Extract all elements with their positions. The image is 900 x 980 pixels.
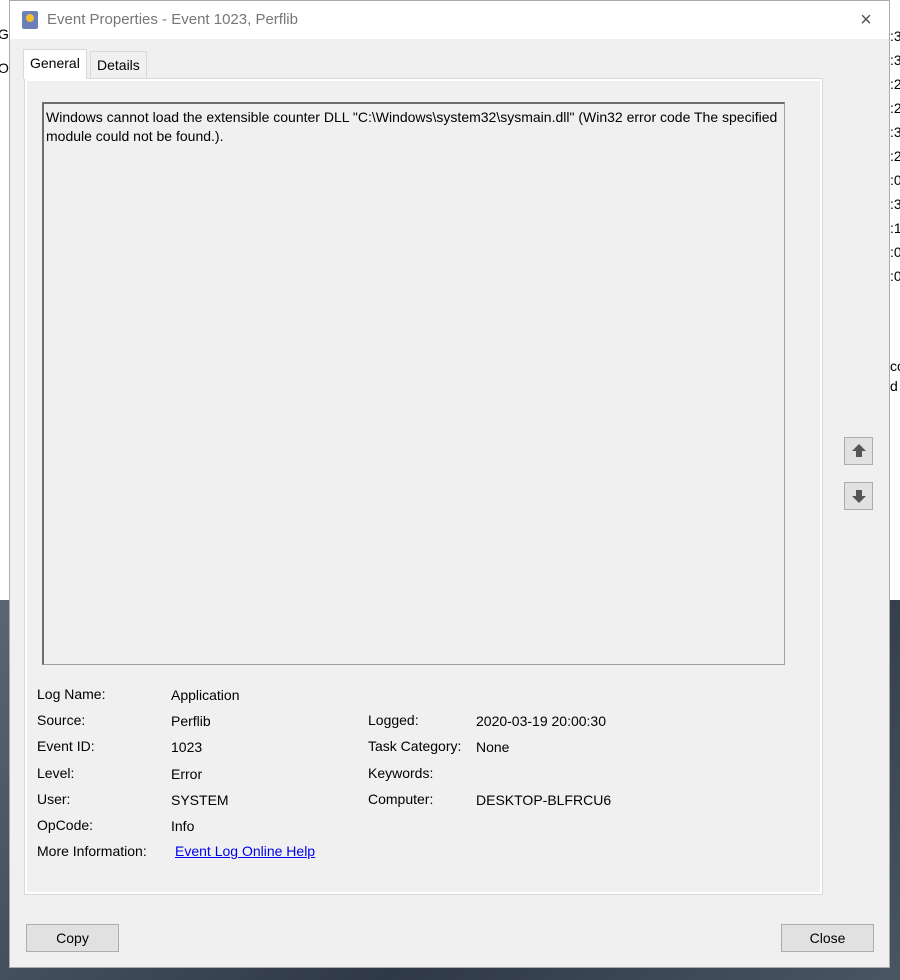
background-text: O — [0, 60, 9, 76]
field-label-task-category: Task Category: — [368, 738, 462, 754]
arrow-up-icon — [851, 444, 866, 457]
event-properties-dialog: Event Properties - Event 1023, Perflib ×… — [9, 0, 890, 968]
field-label-user: User: — [37, 791, 71, 807]
background-text: :0 — [890, 244, 900, 260]
background-text: :1 — [890, 220, 900, 236]
background-text: :3 — [890, 52, 900, 68]
field-label-level: Level: — [37, 765, 75, 781]
arrow-down-icon — [851, 490, 866, 503]
field-value-event-id: 1023 — [171, 739, 203, 755]
background-text: :0 — [890, 172, 900, 188]
field-label-keywords: Keywords: — [368, 765, 434, 781]
close-button[interactable]: Close — [781, 924, 874, 952]
tab-details[interactable]: Details — [90, 51, 147, 78]
background-text: co — [890, 358, 900, 374]
field-label-computer: Computer: — [368, 791, 434, 807]
field-value-logged: 2020-03-19 20:00:30 — [476, 713, 606, 729]
background-text: :3 — [890, 28, 900, 44]
field-value-level: Error — [171, 766, 203, 782]
event-viewer-icon — [22, 11, 38, 29]
background-text: :2 — [890, 148, 900, 164]
previous-event-button[interactable] — [844, 437, 873, 465]
event-description[interactable]: Windows cannot load the extensible count… — [42, 102, 785, 665]
field-label-more-information: More Information: — [37, 843, 147, 859]
background-window-right-edge: :3 :3 :2 :2 :3 :2 :0 :3 :1 :0 :0 co d — [890, 0, 900, 600]
general-tab-panel: Windows cannot load the extensible count… — [24, 78, 823, 895]
background-text: :3 — [890, 196, 900, 212]
event-log-online-help-link[interactable]: Event Log Online Help — [175, 843, 315, 859]
field-value-user: SYSTEM — [171, 792, 229, 808]
tab-general[interactable]: General — [23, 49, 87, 79]
field-label-opcode: OpCode: — [37, 817, 94, 833]
field-value-log-name: Application — [171, 687, 240, 703]
background-text: :3 — [890, 124, 900, 140]
field-label-event-id: Event ID: — [37, 738, 95, 754]
field-value-source: Perflib — [171, 713, 211, 729]
background-text: :2 — [890, 76, 900, 92]
window-title: Event Properties - Event 1023, Perflib — [47, 11, 298, 28]
field-label-log-name: Log Name: — [37, 686, 106, 702]
close-window-button[interactable]: × — [853, 7, 879, 33]
copy-button[interactable]: Copy — [26, 924, 119, 952]
field-value-task-category: None — [476, 739, 510, 755]
field-value-opcode: Info — [171, 818, 195, 834]
next-event-button[interactable] — [844, 482, 873, 510]
background-text: :2 — [890, 100, 900, 116]
field-label-logged: Logged: — [368, 712, 419, 728]
field-value-computer: DESKTOP-BLFRCU6 — [476, 792, 612, 808]
background-text: :0 — [890, 268, 900, 284]
title-bar: Event Properties - Event 1023, Perflib × — [10, 1, 889, 39]
background-text: d — [890, 378, 898, 394]
field-label-source: Source: — [37, 712, 86, 728]
